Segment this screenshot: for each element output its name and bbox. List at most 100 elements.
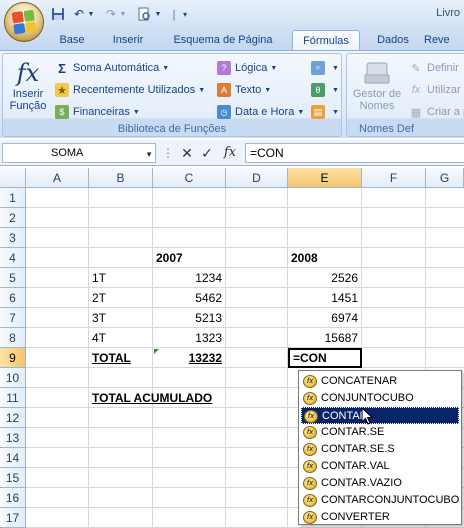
cell-b9[interactable]: TOTAL	[89, 348, 153, 368]
cell-c9[interactable]: 13232	[153, 348, 226, 368]
financial-book-icon: $	[55, 105, 69, 119]
cell-c8[interactable]: 1323	[153, 328, 226, 348]
math-trig-button[interactable]: θ ▼	[311, 80, 339, 100]
error-indicator-icon[interactable]	[154, 349, 159, 354]
customize-qat-icon[interactable]: ▾	[178, 6, 192, 22]
autocomplete-item[interactable]: fx CONJUNTOCUBO	[301, 390, 459, 407]
text-button[interactable]: A Texto ▼	[217, 80, 271, 100]
row-header-15[interactable]: 15	[0, 468, 26, 488]
tab-page-layout[interactable]: Esquema de Página	[162, 30, 284, 50]
autosum-label: Soma Automática	[73, 62, 160, 74]
redo-dropdown-icon[interactable]: ▼	[118, 6, 128, 22]
more-functions-button[interactable]: ▤ ▼	[311, 102, 339, 122]
redo-icon[interactable]: ↷	[104, 6, 118, 22]
column-header-d[interactable]: D	[226, 168, 288, 188]
cancel-entry-icon[interactable]: ✕	[178, 143, 196, 163]
confirm-entry-icon[interactable]: ✓	[198, 143, 216, 163]
date-time-button[interactable]: ◷ Data e Hora ▼	[217, 102, 304, 122]
lookup-reference-button[interactable]: ⌕ ▼	[311, 58, 339, 78]
row-header-14[interactable]: 14	[0, 448, 26, 468]
row-header-9[interactable]: 9	[0, 348, 26, 368]
define-name-label: Definir	[427, 62, 459, 74]
autocomplete-item[interactable]: fx CONVERTER	[301, 509, 459, 526]
recent-functions-button[interactable]: ★ Recentemente Utilizados ▼	[55, 80, 205, 100]
row-header-13[interactable]: 13	[0, 428, 26, 448]
insert-function-button[interactable]: fx Inserir Função	[7, 58, 49, 112]
cell-e4[interactable]: 2008	[288, 248, 362, 268]
autocomplete-item[interactable]: fx CONTAR.SE	[301, 424, 459, 441]
autocomplete-item[interactable]: fx CONTAR.VAZIO	[301, 475, 459, 492]
define-name-button[interactable]: ✎ Definir	[409, 58, 459, 78]
autocomplete-item[interactable]: fx CONTAR.SE.S	[301, 441, 459, 458]
chevron-down-icon[interactable]: ▼	[145, 146, 153, 164]
cell-b6[interactable]: 2T	[89, 288, 153, 308]
cell-e7[interactable]: 6974	[288, 308, 362, 328]
name-manager-button[interactable]: Gestor de Nomes	[349, 58, 405, 112]
cell-e8[interactable]: 15687	[288, 328, 362, 348]
cell-c4[interactable]: 2007	[153, 248, 226, 268]
tab-review[interactable]: Reve	[424, 30, 464, 50]
row-header-3[interactable]: 3	[0, 228, 26, 248]
qat-dropdown-icon[interactable]: ▼	[154, 6, 162, 22]
autocomplete-item[interactable]: fx CONTAR.VAL	[301, 458, 459, 475]
tab-formulas[interactable]: Fórmulas	[292, 30, 360, 51]
formula-bar-grip-icon: ⋮	[162, 146, 174, 160]
select-all-corner[interactable]	[0, 168, 26, 188]
column-header-a[interactable]: A	[26, 168, 89, 188]
use-in-formula-button[interactable]: fx Utilizar	[409, 80, 461, 100]
undo-icon[interactable]: ↶	[72, 6, 86, 22]
column-header-g[interactable]: G	[426, 168, 464, 188]
cell-c5[interactable]: 1234	[153, 268, 226, 288]
tab-insert[interactable]: Inserir	[100, 30, 156, 50]
cell-c7[interactable]: 5213	[153, 308, 226, 328]
print-preview-icon[interactable]	[136, 6, 152, 22]
chevron-down-icon: ▼	[270, 64, 278, 72]
tab-data[interactable]: Dados	[368, 30, 418, 50]
row-header-5[interactable]: 5	[0, 268, 26, 288]
autosum-button[interactable]: Σ Soma Automática ▼	[55, 58, 169, 78]
row-header-6[interactable]: 6	[0, 288, 26, 308]
insert-function-icon[interactable]: fx	[220, 143, 240, 163]
cell-b11[interactable]: TOTAL ACUMULADO	[89, 388, 212, 408]
row-header-8[interactable]: 8	[0, 328, 26, 348]
row-header-10[interactable]: 10	[0, 368, 26, 388]
cell-e5[interactable]: 2526	[288, 268, 362, 288]
autocomplete-item[interactable]: fx CONCATENAR	[301, 373, 459, 390]
row-header-7[interactable]: 7	[0, 308, 26, 328]
cell-e6[interactable]: 1451	[288, 288, 362, 308]
row-header-2[interactable]: 2	[0, 208, 26, 228]
column-header-f[interactable]: F	[362, 168, 426, 188]
function-icon: fx	[303, 511, 317, 524]
cell-b8[interactable]: 4T	[89, 328, 153, 348]
row-header-4[interactable]: 4	[0, 248, 26, 268]
cell-b7[interactable]: 3T	[89, 308, 153, 328]
logical-button[interactable]: ? Lógica ▼	[217, 58, 277, 78]
fx-icon: fx	[16, 59, 40, 87]
column-header-b[interactable]: B	[89, 168, 153, 188]
cell-b5[interactable]: 1T	[89, 268, 153, 288]
undo-dropdown-icon[interactable]: ▼	[86, 6, 96, 22]
recent-functions-label: Recentemente Utilizados	[73, 84, 196, 96]
create-from-selection-button[interactable]: ▦ Criar a p	[409, 102, 464, 122]
save-icon[interactable]	[50, 6, 66, 22]
insert-function-label-2: Função	[9, 100, 47, 112]
cell-e9-active[interactable]: =CON	[288, 348, 362, 368]
tab-base[interactable]: Base	[52, 30, 92, 50]
column-header-c[interactable]: C	[153, 168, 226, 188]
autocomplete-item-selected[interactable]: fx CONTAR	[301, 407, 459, 424]
text-label: Texto	[235, 84, 262, 96]
name-box[interactable]: SOMA ▼	[2, 143, 156, 163]
cell-c6[interactable]: 5462	[153, 288, 226, 308]
row-header-17[interactable]: 17	[0, 508, 26, 528]
financial-button[interactable]: $ Financeiras ▼	[55, 102, 140, 122]
row-header-12[interactable]: 12	[0, 408, 26, 428]
autocomplete-item[interactable]: fx CONTARCONJUNTOCUBO	[301, 492, 459, 509]
row-header-11[interactable]: 11	[0, 388, 26, 408]
row-header-16[interactable]: 16	[0, 488, 26, 508]
formula-input[interactable]: =CON	[245, 143, 464, 163]
office-button[interactable]	[4, 2, 44, 42]
column-header-e[interactable]: E	[288, 168, 362, 188]
row-header-1[interactable]: 1	[0, 188, 26, 208]
autocomplete-item-label: CONJUNTOCUBO	[321, 392, 414, 404]
defined-names-label: Nomes Def	[359, 123, 415, 135]
